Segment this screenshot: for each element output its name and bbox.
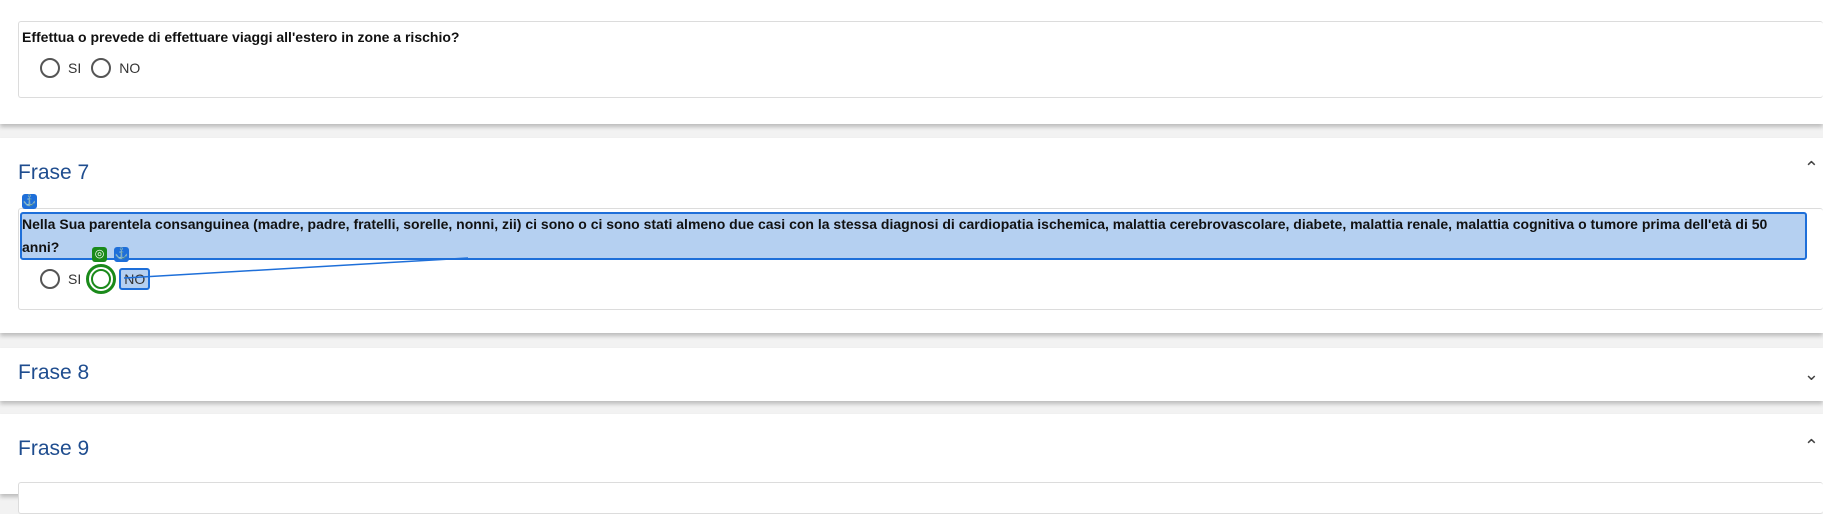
frase-8-title[interactable]: Frase 8 xyxy=(18,361,89,385)
frase-8-panel[interactable]: Frase 8 ⌄ xyxy=(0,348,1823,401)
question-box-frase-9 xyxy=(18,482,1823,514)
chevron-up-icon[interactable]: ⌃ xyxy=(1804,436,1819,457)
chevron-up-icon[interactable]: ⌃ xyxy=(1804,158,1819,179)
frase-7-title[interactable]: Frase 7 xyxy=(18,161,89,185)
question-text-travel: Effettua o prevede di effettuare viaggi … xyxy=(22,29,460,45)
frase-9-title[interactable]: Frase 9 xyxy=(18,437,89,461)
radio-no-travel[interactable] xyxy=(91,58,112,78)
target-icon[interactable]: ◎ xyxy=(92,247,107,262)
radio-no-label: NO xyxy=(119,60,141,76)
radio-no-frase-7[interactable] xyxy=(86,264,117,294)
radio-si-frase-7[interactable] xyxy=(40,269,60,289)
frase-9-panel: Frase 9 ⌃ xyxy=(0,414,1823,514)
radio-group-frase-7: SI NO xyxy=(40,264,160,294)
radio-si-label: SI xyxy=(68,271,82,287)
anchor-icon[interactable]: ⚓ xyxy=(22,194,37,209)
question-text-frase-7: Nella Sua parentela consanguinea (madre,… xyxy=(22,216,1768,255)
radio-si-travel[interactable] xyxy=(40,58,60,78)
radio-no-label: NO xyxy=(119,268,151,290)
radio-group-travel: SI NO xyxy=(40,58,150,78)
chevron-down-icon[interactable]: ⌄ xyxy=(1804,364,1819,385)
radio-si-label: SI xyxy=(68,60,82,76)
anchor-icon[interactable]: ⚓ xyxy=(114,247,129,262)
question-panel-travel: Effettua o prevede di effettuare viaggi … xyxy=(0,0,1823,124)
